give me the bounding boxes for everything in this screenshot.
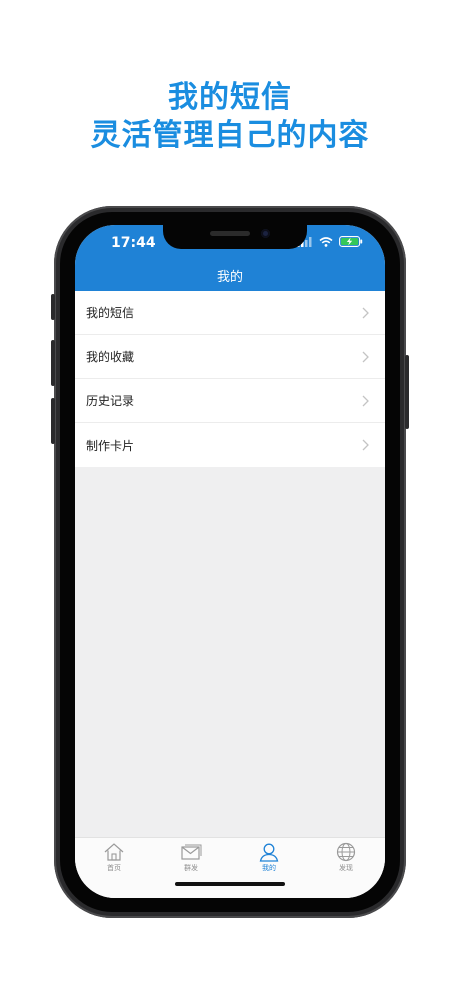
chevron-right-icon (362, 307, 369, 319)
chevron-right-icon (362, 439, 369, 451)
menu-list: 我的短信 我的收藏 历史记录 制作卡片 (75, 291, 385, 467)
menu-item-label: 我的收藏 (86, 350, 135, 364)
tab-label: 我的 (262, 864, 276, 872)
tab-label: 首页 (107, 864, 121, 872)
app-screen: 17:44 我的 我的短信 我的收藏 历史记录 制作卡片 首页 群发 我的 发现 (75, 225, 385, 898)
volume-up-button (51, 340, 55, 386)
tab-bar: 首页 群发 我的 发现 (75, 837, 385, 898)
mute-switch (51, 294, 55, 320)
page-title: 我的 (216, 270, 243, 285)
battery-charging-icon (339, 236, 363, 247)
menu-item-label: 历史记录 (86, 394, 135, 408)
home-indicator[interactable] (175, 882, 285, 886)
tab-label: 发现 (339, 864, 353, 872)
tab-broadcast[interactable]: 群发 (161, 842, 221, 873)
menu-item-my-sms[interactable]: 我的短信 (75, 291, 385, 335)
tab-discover[interactable]: 发现 (316, 842, 376, 873)
tab-mine[interactable]: 我的 (239, 842, 299, 873)
menu-item-make-card[interactable]: 制作卡片 (75, 423, 385, 467)
menu-item-label: 制作卡片 (86, 438, 135, 453)
menu-item-history[interactable]: 历史记录 (75, 379, 385, 423)
notch (163, 225, 307, 249)
front-camera (261, 229, 270, 238)
wifi-icon (319, 236, 333, 247)
user-icon (259, 843, 279, 862)
status-time: 17:44 (111, 235, 156, 251)
menu-item-my-favorites[interactable]: 我的收藏 (75, 335, 385, 379)
home-icon (104, 843, 124, 861)
tab-label: 群发 (184, 864, 198, 872)
globe-icon (336, 842, 356, 862)
power-button (405, 355, 409, 429)
speaker (210, 231, 250, 236)
menu-item-label: 我的短信 (86, 306, 135, 320)
status-icons (297, 236, 363, 247)
volume-down-button (51, 398, 55, 444)
tab-home[interactable]: 首页 (84, 842, 144, 873)
chevron-right-icon (362, 351, 369, 363)
mail-icon (181, 844, 202, 860)
promo-line-2: 灵活管理自己的内容 (90, 118, 370, 153)
promo-headline: 我的短信 灵活管理自己的内容 (0, 80, 460, 154)
chevron-right-icon (362, 395, 369, 407)
promo-line-1: 我的短信 (168, 80, 292, 115)
